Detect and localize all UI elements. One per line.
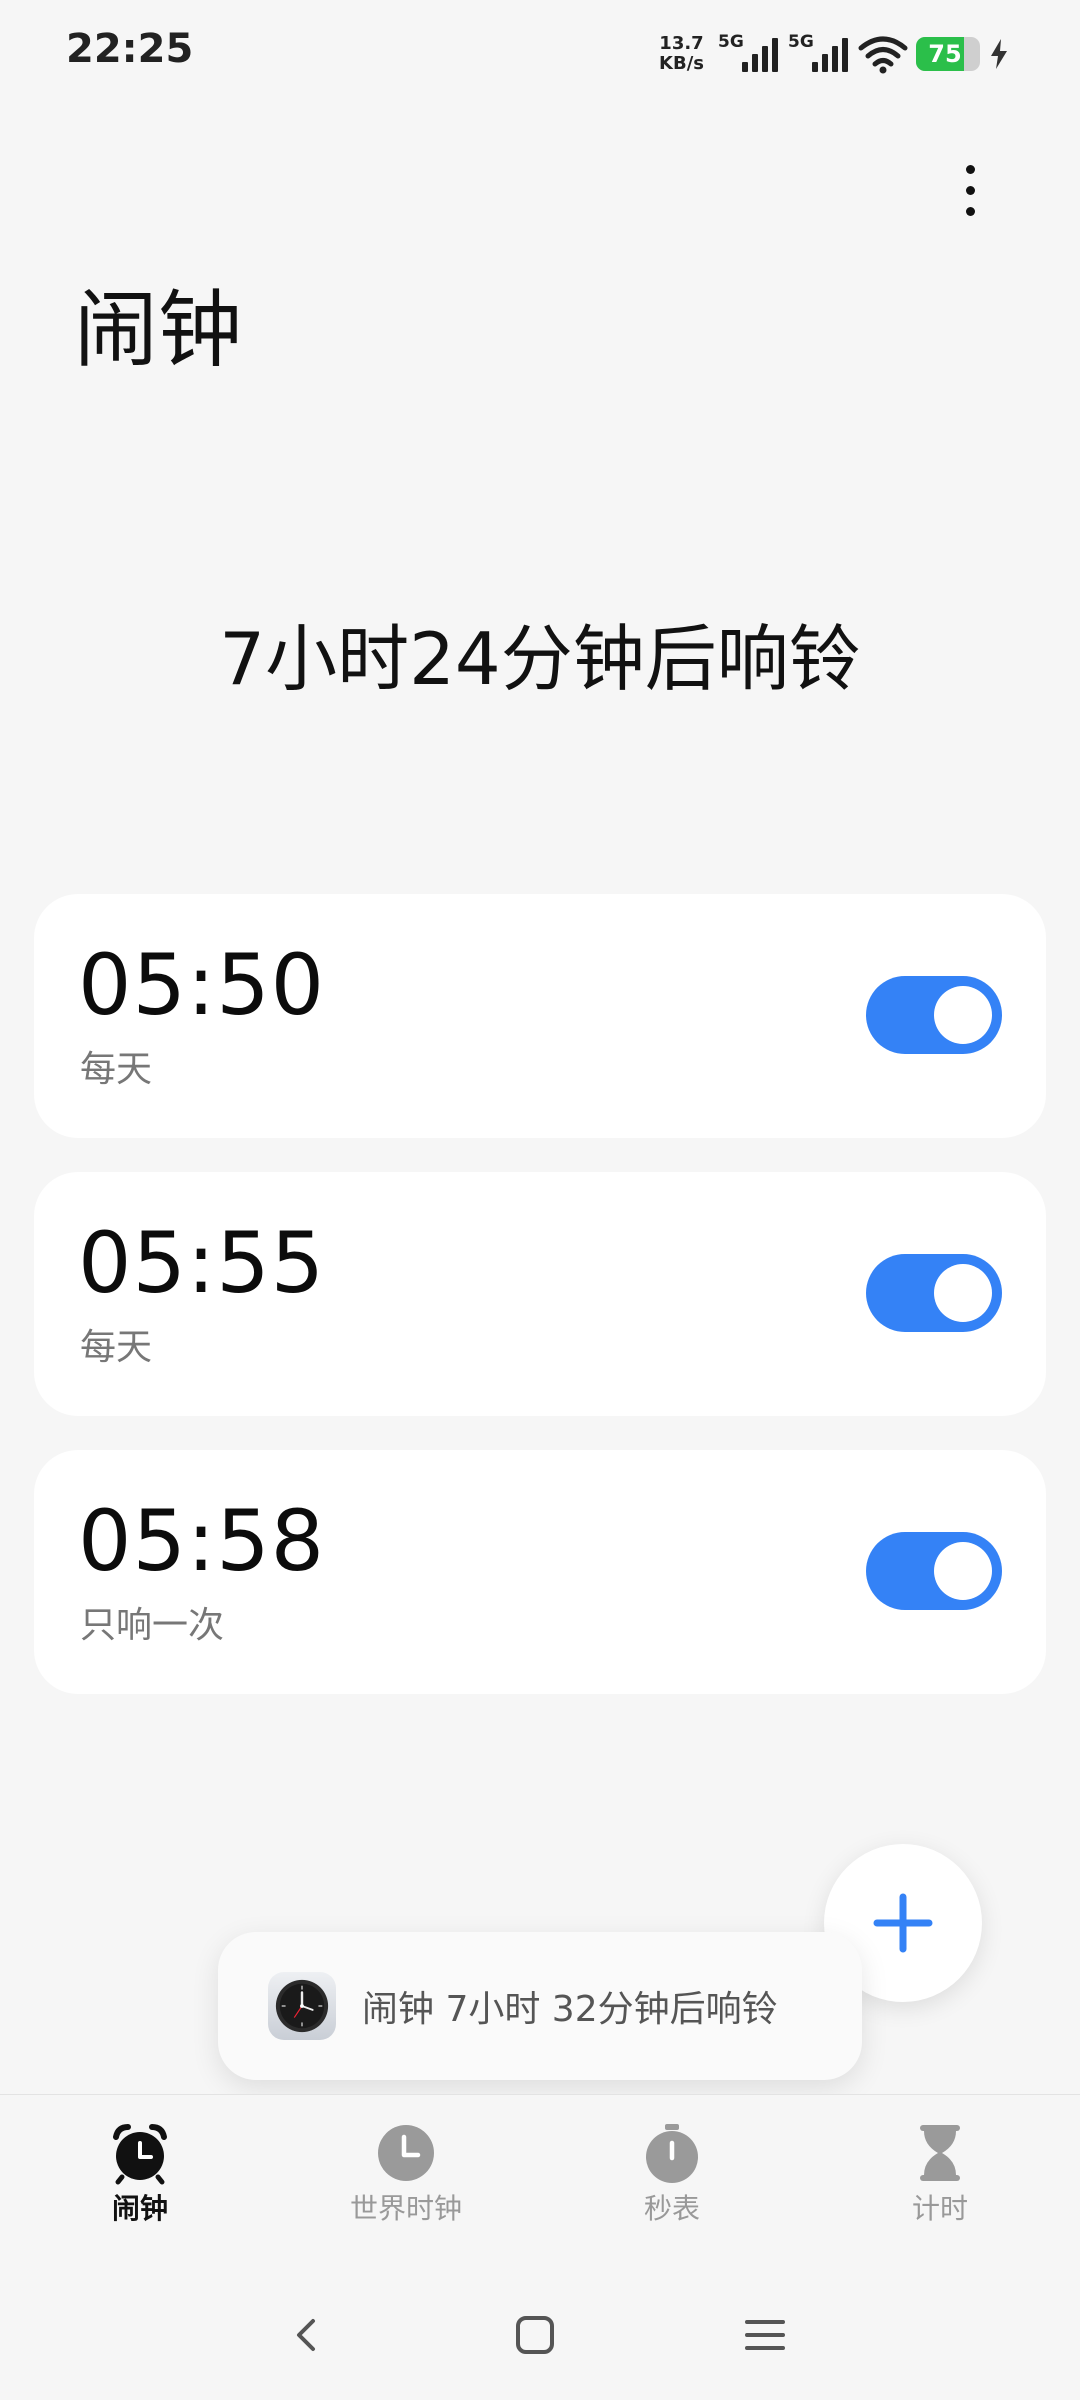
alarm-repeat: 每天 — [80, 1327, 153, 1368]
clock-icon — [378, 2125, 434, 2181]
more-vertical-icon — [965, 164, 975, 216]
toggle-knob — [934, 986, 992, 1044]
back-icon — [297, 2319, 315, 2351]
alarm-item[interactable]: 05:55 每天 — [34, 1172, 1046, 1416]
tab-label: 计时 — [911, 2192, 968, 2225]
alarm-repeat: 每天 — [80, 1049, 153, 1090]
status-bar: 22:25 13.7 KB/s 5G 5G 75 — [0, 0, 1080, 110]
back-button[interactable] — [272, 2300, 342, 2370]
alarm-toggle[interactable] — [866, 1532, 1002, 1610]
home-icon — [516, 2316, 554, 2354]
tab-label: 闹钟 — [111, 2192, 168, 2225]
system-navigation-bar — [0, 2280, 1080, 2390]
tab-timer[interactable]: 计时 — [840, 2121, 1040, 2227]
alarm-item[interactable]: 05:50 每天 — [34, 894, 1046, 1138]
network-speed-value: 13.7 — [659, 33, 704, 54]
network-type-label: 5G — [788, 32, 814, 52]
wifi-icon — [858, 36, 908, 74]
tab-label: 秒表 — [643, 2192, 700, 2225]
alarm-time: 05:50 — [78, 936, 326, 1034]
alarm-time: 05:58 — [78, 1492, 326, 1590]
page-title: 闹钟 — [74, 281, 243, 379]
alarm-toggle[interactable] — [866, 1254, 1002, 1332]
signal-icon: 5G — [788, 32, 850, 76]
hourglass-icon — [920, 2125, 960, 2181]
stopwatch-icon — [646, 2124, 698, 2183]
toast-text: 闹钟 7小时 32分钟后响铃 — [362, 1989, 778, 2030]
alarm-repeat: 只响一次 — [80, 1605, 225, 1646]
menu-icon — [745, 2320, 785, 2350]
plus-icon — [873, 1893, 933, 1953]
tab-alarm[interactable]: 闹钟 — [40, 2121, 240, 2227]
status-icons: 13.7 KB/s 5G 5G 75 — [659, 28, 1010, 80]
network-type-label: 5G — [718, 32, 744, 52]
toggle-knob — [934, 1264, 992, 1322]
status-time: 22:25 — [66, 26, 194, 72]
clock-app-icon — [268, 1972, 336, 2040]
bottom-navigation: 闹钟 世界时钟 秒表 计时 — [0, 2094, 1080, 2245]
tab-label: 世界时钟 — [349, 2192, 462, 2225]
alarm-item[interactable]: 05:58 只响一次 — [34, 1450, 1046, 1694]
alarm-clock-icon — [113, 2124, 167, 2185]
battery-icon: 75 — [916, 37, 980, 71]
toggle-knob — [934, 1542, 992, 1600]
network-speed: 13.7 KB/s — [659, 34, 704, 74]
battery-level: 75 — [928, 40, 962, 68]
alarm-time: 05:55 — [78, 1214, 326, 1312]
network-speed-unit: KB/s — [659, 53, 704, 74]
recents-button[interactable] — [730, 2300, 800, 2370]
toast-notification: 闹钟 7小时 32分钟后响铃 — [218, 1932, 862, 2080]
home-button[interactable] — [500, 2300, 570, 2370]
signal-icon: 5G — [718, 32, 780, 76]
tab-world-clock[interactable]: 世界时钟 — [306, 2121, 506, 2227]
tab-stopwatch[interactable]: 秒表 — [572, 2121, 772, 2227]
next-alarm-countdown: 7小时24分钟后响铃 — [219, 617, 861, 701]
alarm-toggle[interactable] — [866, 976, 1002, 1054]
more-options-button[interactable] — [940, 150, 1000, 230]
charging-icon — [991, 39, 1007, 69]
alarm-list: 05:50 每天 05:55 每天 05:58 只响一次 — [34, 894, 1046, 1728]
